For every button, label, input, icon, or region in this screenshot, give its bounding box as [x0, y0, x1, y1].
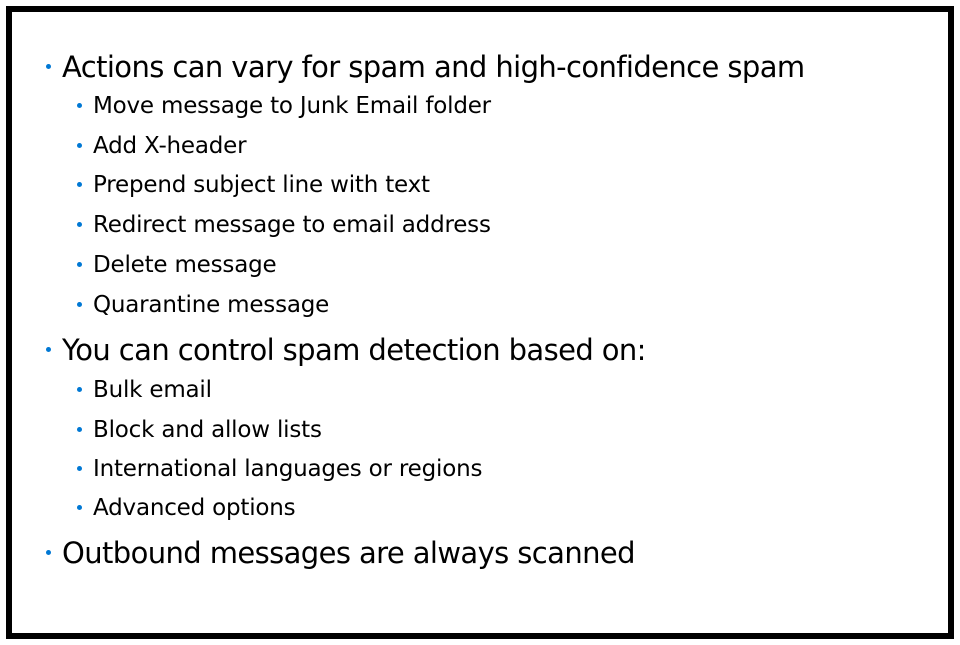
bullet-redirect-message: Redirect message to email address	[77, 211, 491, 239]
bullet-advanced-options: Advanced options	[77, 494, 296, 522]
bullet-outbound-scanned: Outbound messages are always scanned	[46, 536, 636, 570]
bullet-dot-icon	[77, 387, 82, 392]
bullet-dot-icon	[77, 103, 82, 108]
bullet-dot-icon	[77, 427, 82, 432]
bullet-text: Redirect message to email address	[93, 212, 491, 238]
bullet-dot-icon	[46, 347, 51, 352]
bullet-dot-icon	[77, 302, 82, 307]
bullet-quarantine-message: Quarantine message	[77, 291, 330, 319]
bullet-text: Bulk email	[93, 377, 212, 403]
bullet-dot-icon	[77, 262, 82, 267]
bullet-text: You can control spam detection based on:	[62, 333, 646, 367]
bullet-bulk-email: Bulk email	[77, 376, 212, 404]
bullet-text: Advanced options	[93, 495, 296, 521]
bullet-add-x-header: Add X-header	[77, 132, 247, 160]
bullet-block-allow-lists: Block and allow lists	[77, 416, 322, 444]
bullet-dot-icon	[46, 550, 51, 555]
bullet-text: Prepend subject line with text	[93, 172, 430, 198]
bullet-dot-icon	[77, 182, 82, 187]
bullet-delete-message: Delete message	[77, 251, 277, 279]
bullet-text: Delete message	[93, 252, 277, 278]
bullet-text: Block and allow lists	[93, 417, 322, 443]
bullet-text: Outbound messages are always scanned	[62, 536, 636, 570]
bullet-dot-icon	[77, 222, 82, 227]
bullet-dot-icon	[77, 466, 82, 471]
bullet-prepend-subject: Prepend subject line with text	[77, 171, 430, 199]
bullet-text: Quarantine message	[93, 292, 330, 318]
bullet-international-languages: International languages or regions	[77, 455, 483, 483]
bullet-control-spam-detection: You can control spam detection based on:	[46, 333, 646, 367]
bullet-text: Actions can vary for spam and high-confi…	[62, 50, 805, 84]
bullet-move-to-junk: Move message to Junk Email folder	[77, 92, 491, 120]
bullet-text: International languages or regions	[93, 456, 483, 482]
bullet-actions-vary: Actions can vary for spam and high-confi…	[46, 50, 805, 84]
bullet-dot-icon	[77, 143, 82, 148]
bullet-text: Add X-header	[93, 133, 247, 159]
slide-frame: Actions can vary for spam and high-confi…	[6, 6, 954, 639]
bullet-list: Actions can vary for spam and high-confi…	[12, 12, 948, 633]
bullet-text: Move message to Junk Email folder	[93, 93, 491, 119]
bullet-dot-icon	[77, 505, 82, 510]
bullet-dot-icon	[46, 64, 51, 69]
